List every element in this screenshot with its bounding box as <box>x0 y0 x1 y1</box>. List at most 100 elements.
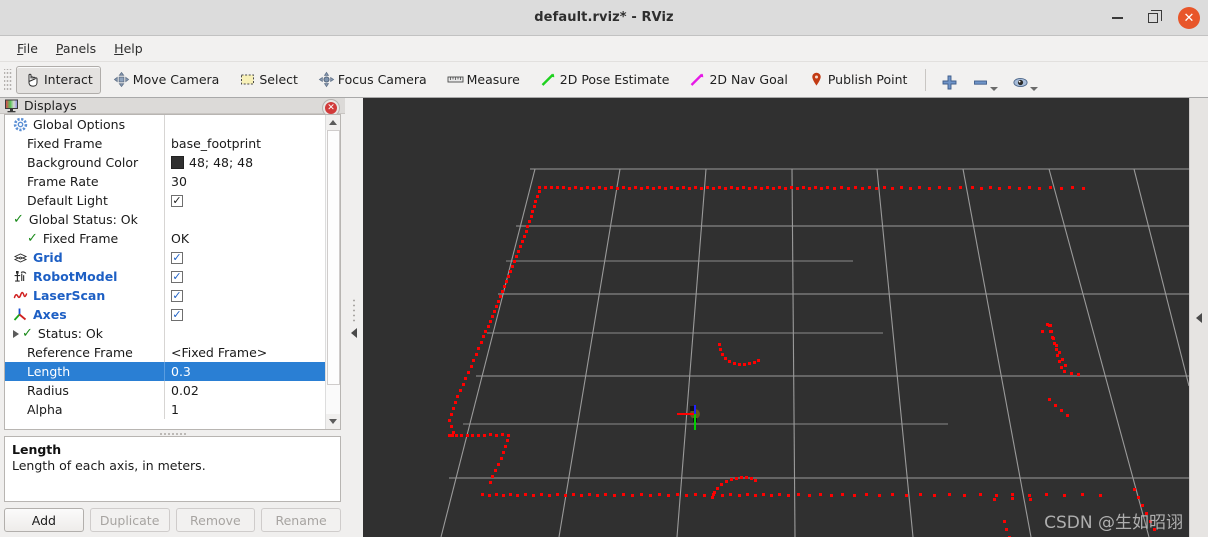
magenta-arrow-icon <box>689 71 706 88</box>
scrollbar-thumb[interactable] <box>327 130 340 385</box>
tree-row-laserscan[interactable]: LaserScan ✓ <box>5 286 325 305</box>
scroll-down-button[interactable] <box>326 414 341 429</box>
checkbox-laserscan[interactable]: ✓ <box>171 290 183 302</box>
viewport-background <box>363 98 1189 537</box>
toolbar-grip[interactable] <box>4 69 12 91</box>
move-camera-icon <box>113 71 130 88</box>
toolbar-separator <box>925 69 926 91</box>
check-icon-3: ✓ <box>22 326 33 341</box>
minus-icon <box>972 74 989 94</box>
menu-bar: File Panels Help <box>0 36 1208 62</box>
tree-row-frame-rate[interactable]: Frame Rate 30 <box>5 172 325 191</box>
tool-properties-button[interactable] <box>1008 66 1042 94</box>
splitter-grip-vertical <box>352 298 356 324</box>
tree-value-reference-frame[interactable]: <Fixed Frame> <box>164 343 325 362</box>
rename-button[interactable]: Rename <box>261 508 341 532</box>
menu-file[interactable]: File <box>8 38 47 59</box>
tree-row-fixed-frame[interactable]: Fixed Frame base_footprint <box>5 134 325 153</box>
tool-measure[interactable]: Measure <box>439 66 528 94</box>
checkbox-axes[interactable]: ✓ <box>171 309 183 321</box>
checkbox-default-light[interactable]: ✓ <box>171 195 183 207</box>
tree-row-global-options[interactable]: Global Options <box>5 115 325 134</box>
check-icon: ✓ <box>13 212 24 227</box>
close-button[interactable]: ✕ <box>1178 7 1200 29</box>
focus-camera-icon <box>318 71 335 88</box>
eye-icon <box>1012 74 1029 94</box>
tool-interact-label: Interact <box>44 72 93 87</box>
tool-move-camera[interactable]: Move Camera <box>105 66 228 94</box>
displays-panel-titlebar: Displays ✕ <box>0 98 345 114</box>
maximize-button[interactable] <box>1142 7 1164 29</box>
tree-row-status-fixed-frame[interactable]: ✓ Fixed Frame OK <box>5 229 325 248</box>
tool-measure-label: Measure <box>467 72 520 87</box>
tool-select[interactable]: Select <box>231 66 306 94</box>
map-pin-icon <box>808 71 825 88</box>
menu-panels-label: anels <box>63 41 96 56</box>
tree-label-background-color: Background Color <box>27 155 138 170</box>
tree-value-axes[interactable]: ✓ <box>164 305 325 324</box>
rviz-window: default.rviz* - RViz ✕ File Panels Help … <box>0 0 1208 537</box>
tree-row-length[interactable]: Length 0.3 <box>5 362 325 381</box>
tree-value-radius[interactable]: 0.02 <box>164 381 325 400</box>
tree-value-robotmodel[interactable]: ✓ <box>164 267 325 286</box>
tool-publish-point-label: Publish Point <box>828 72 908 87</box>
tool-interact[interactable]: Interact <box>16 66 101 94</box>
tree-row-default-light[interactable]: Default Light ✓ <box>5 191 325 210</box>
tree-value-alpha[interactable]: 1 <box>164 400 325 419</box>
description-box: Length Length of each axis, in meters. <box>4 436 341 502</box>
tool-move-camera-label: Move Camera <box>133 72 220 87</box>
tree-label-fixed-frame: Fixed Frame <box>27 136 102 151</box>
dock-view-splitter[interactable] <box>345 98 363 537</box>
tree-row-axes-status[interactable]: ✓ Status: Ok <box>5 324 325 343</box>
tool-publish-point[interactable]: Publish Point <box>800 66 916 94</box>
tree-value-background-color[interactable]: 48; 48; 48 <box>164 153 325 172</box>
remove-tool-button[interactable] <box>968 66 1002 94</box>
tree-row-radius[interactable]: Radius 0.02 <box>5 381 325 400</box>
duplicate-button[interactable]: Duplicate <box>90 508 170 532</box>
remove-button[interactable]: Remove <box>176 508 256 532</box>
menu-help[interactable]: Help <box>105 38 152 59</box>
render-view-3d[interactable]: CSDN @生如昭诩 <box>363 98 1189 537</box>
tree-label-length: Length <box>27 364 70 379</box>
tree-value-fixed-frame[interactable]: base_footprint <box>164 134 325 153</box>
tree-value-grid[interactable]: ✓ <box>164 248 325 267</box>
add-button[interactable]: Add <box>4 508 84 532</box>
right-panel-splitter[interactable] <box>1189 98 1208 537</box>
grid-icon <box>13 250 28 265</box>
chevron-down-icon-2[interactable] <box>1030 87 1038 91</box>
tree-label-axes-status: Status: Ok <box>38 326 103 341</box>
collapse-panel-arrow-icon[interactable] <box>351 328 357 338</box>
tree-row-axes[interactable]: Axes ✓ <box>5 305 325 324</box>
tree-row-alpha[interactable]: Alpha 1 <box>5 400 325 419</box>
tree-row-global-status[interactable]: ✓ Global Status: Ok <box>5 210 325 229</box>
checkbox-robotmodel[interactable]: ✓ <box>171 271 183 283</box>
tree-value-frame-rate[interactable]: 30 <box>164 172 325 191</box>
tree-row-background-color[interactable]: Background Color 48; 48; 48 <box>5 153 325 172</box>
expand-right-panel-arrow-icon[interactable] <box>1196 313 1202 323</box>
tree-value-laserscan[interactable]: ✓ <box>164 286 325 305</box>
tree-value-length[interactable]: 0.3 <box>164 362 325 381</box>
tool-select-label: Select <box>259 72 298 87</box>
tree-row-grid[interactable]: Grid ✓ <box>5 248 325 267</box>
tree-label-alpha: Alpha <box>27 402 63 417</box>
tool-2d-pose-estimate[interactable]: 2D Pose Estimate <box>532 66 678 94</box>
expander-icon[interactable] <box>13 330 19 338</box>
tree-value-default-light[interactable]: ✓ <box>164 191 325 210</box>
checkbox-grid[interactable]: ✓ <box>171 252 183 264</box>
chevron-down-icon[interactable] <box>990 87 998 91</box>
displays-tree[interactable]: Global Options Fixed Frame base_footprin… <box>5 115 325 429</box>
scroll-up-button[interactable] <box>326 115 341 130</box>
tree-row-robotmodel[interactable]: RobotModel ✓ <box>5 267 325 286</box>
minimize-button[interactable] <box>1106 7 1128 29</box>
scrollbar-track[interactable] <box>326 130 341 414</box>
tool-2d-nav-goal[interactable]: 2D Nav Goal <box>681 66 795 94</box>
displays-button-row: Add Duplicate Remove Rename <box>4 508 341 532</box>
displays-tree-scrollbar[interactable] <box>325 115 340 429</box>
monitor-icon <box>4 98 19 113</box>
menu-panels[interactable]: Panels <box>47 38 105 59</box>
tool-focus-camera[interactable]: Focus Camera <box>310 66 435 94</box>
tool-2d-pose-estimate-label: 2D Pose Estimate <box>560 72 670 87</box>
add-tool-button[interactable] <box>937 66 962 94</box>
tree-row-reference-frame[interactable]: Reference Frame <Fixed Frame> <box>5 343 325 362</box>
tree-label-global-options: Global Options <box>33 117 125 132</box>
